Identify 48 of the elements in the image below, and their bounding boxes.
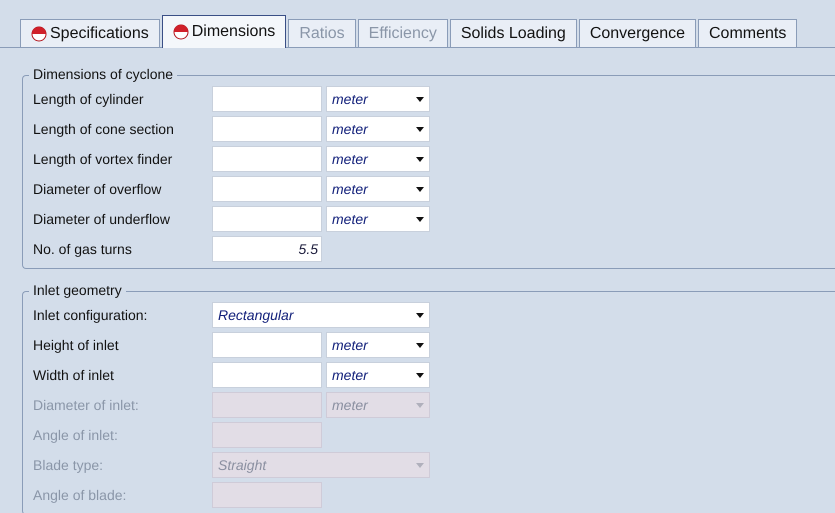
dropdown[interactable]: meter [326, 362, 430, 388]
caret-icon [416, 96, 424, 102]
dropdown[interactable]: meter [326, 86, 430, 112]
input-field[interactable]: 5.5 [212, 236, 322, 262]
dropdown[interactable]: meter [326, 206, 430, 232]
dropdown[interactable]: meter [326, 116, 430, 142]
input-field[interactable] [212, 146, 322, 172]
field-label: Angle of inlet: [33, 427, 119, 443]
tab[interactable]: Specifications [20, 19, 160, 47]
caret-icon [416, 126, 424, 132]
caret-icon [416, 342, 424, 348]
group-title: Inlet geometry [29, 282, 126, 298]
field-label: Angle of blade: [33, 487, 128, 503]
field-label: Inlet configuration: [33, 307, 148, 323]
status-icon [172, 24, 189, 40]
input-field[interactable] [212, 206, 322, 232]
dropdown[interactable]: meter [326, 176, 430, 202]
field-label: No. of gas turns [33, 241, 133, 257]
tab[interactable]: Dimensions [162, 15, 286, 48]
tab[interactable]: Comments [698, 19, 798, 47]
status-icon [31, 26, 47, 42]
input-field[interactable] [212, 362, 322, 388]
caret-icon [416, 372, 424, 378]
field-label: Diameter of overflow [33, 181, 162, 197]
group-title: Dimensions of cyclone [29, 66, 178, 82]
tab[interactable]: Convergence [578, 19, 696, 47]
caret-icon [416, 216, 424, 222]
field-label: Height of inlet [33, 337, 120, 353]
input-field[interactable] [212, 176, 322, 202]
caret-icon [416, 156, 424, 162]
field-label: Length of cylinder [33, 91, 145, 107]
dropdown[interactable]: Rectangular [212, 302, 430, 328]
caret-icon [416, 186, 424, 192]
field-label: Blade type: [33, 457, 104, 473]
field-label: Length of vortex finder [33, 151, 174, 167]
caret-icon [416, 402, 424, 408]
input-field[interactable] [212, 332, 322, 358]
dropdown[interactable]: meter [326, 146, 430, 172]
caret-icon [416, 462, 424, 468]
field-label: Diameter of underflow [33, 211, 171, 227]
tab[interactable]: Solids Loading [450, 19, 577, 47]
input-field[interactable] [212, 86, 322, 112]
field-label: Diameter of inlet: [33, 397, 140, 413]
field-label: Width of inlet [33, 367, 115, 383]
caret-icon [416, 312, 424, 318]
input-field[interactable] [212, 116, 322, 142]
dropdown[interactable]: meter [326, 332, 430, 358]
field-label: Length of cone section [33, 121, 175, 137]
